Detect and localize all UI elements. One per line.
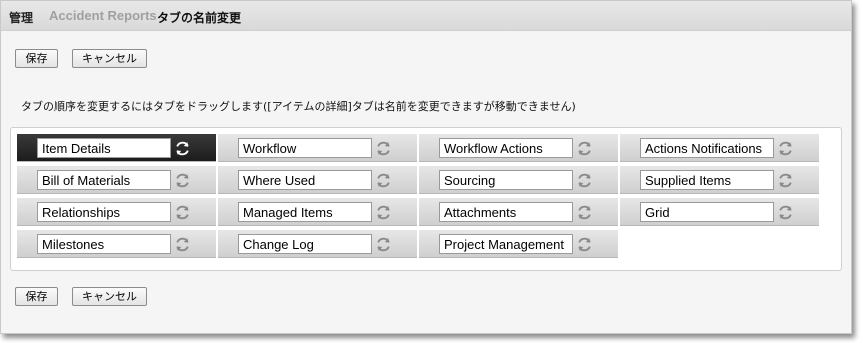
tab-name-input[interactable] (439, 234, 573, 254)
breadcrumb-accident-reports[interactable]: Accident Reports (49, 8, 157, 23)
tab-managed-items[interactable] (218, 198, 417, 226)
tab-where-used[interactable] (218, 166, 417, 194)
tab-name-input[interactable] (238, 234, 372, 254)
refresh-icon[interactable] (576, 204, 593, 221)
tab-name-input[interactable] (238, 202, 372, 222)
refresh-icon[interactable] (174, 140, 191, 157)
refresh-icon[interactable] (375, 204, 392, 221)
tab-item-details[interactable] (17, 134, 216, 162)
refresh-icon[interactable] (174, 204, 191, 221)
tab-grid[interactable] (620, 198, 819, 226)
tab-bill-of-materials[interactable] (17, 166, 216, 194)
tab-name-input[interactable] (238, 138, 372, 158)
tab-actions-notifications[interactable] (620, 134, 819, 162)
refresh-icon[interactable] (576, 172, 593, 189)
tab-project-management[interactable] (419, 230, 618, 258)
tab-name-input[interactable] (640, 170, 774, 190)
cancel-button-bottom[interactable]: キャンセル (72, 287, 147, 306)
save-button-top[interactable]: 保存 (15, 49, 58, 68)
tab-name-input[interactable] (37, 234, 171, 254)
refresh-icon[interactable] (576, 140, 593, 157)
cancel-button-top[interactable]: キャンセル (72, 49, 147, 68)
tab-name-input[interactable] (439, 138, 573, 158)
tab-name-input[interactable] (37, 138, 171, 158)
save-button-bottom[interactable]: 保存 (15, 287, 58, 306)
tab-list-panel (10, 127, 842, 271)
tab-name-input[interactable] (439, 202, 573, 222)
tab-milestones[interactable] (17, 230, 216, 258)
instruction-text: タブの順序を変更するにはタブをドラッグします([アイテムの詳細]タブは名前を変更… (21, 100, 576, 113)
tab-change-log[interactable] (218, 230, 417, 258)
refresh-icon[interactable] (375, 236, 392, 253)
rename-tabs-window: 管理 Accident Reports タブの名前変更 保存 キャンセル タブの… (0, 0, 852, 334)
breadcrumb: 管理 Accident Reports タブの名前変更 (1, 1, 851, 31)
tab-relationships[interactable] (17, 198, 216, 226)
tab-workflow[interactable] (218, 134, 417, 162)
tab-name-input[interactable] (37, 170, 171, 190)
refresh-icon[interactable] (375, 140, 392, 157)
tab-attachments[interactable] (419, 198, 618, 226)
tab-name-input[interactable] (640, 202, 774, 222)
refresh-icon[interactable] (777, 140, 794, 157)
tab-name-input[interactable] (439, 170, 573, 190)
refresh-icon[interactable] (174, 236, 191, 253)
breadcrumb-admin[interactable]: 管理 (9, 9, 33, 26)
refresh-icon[interactable] (576, 236, 593, 253)
tab-name-input[interactable] (640, 138, 774, 158)
tab-supplied-items[interactable] (620, 166, 819, 194)
tab-name-input[interactable] (238, 170, 372, 190)
tab-name-input[interactable] (37, 202, 171, 222)
refresh-icon[interactable] (375, 172, 392, 189)
refresh-icon[interactable] (777, 172, 794, 189)
page-title: タブの名前変更 (157, 11, 242, 25)
refresh-icon[interactable] (174, 172, 191, 189)
tab-sourcing[interactable] (419, 166, 618, 194)
refresh-icon[interactable] (777, 204, 794, 221)
tab-workflow-actions[interactable] (419, 134, 618, 162)
